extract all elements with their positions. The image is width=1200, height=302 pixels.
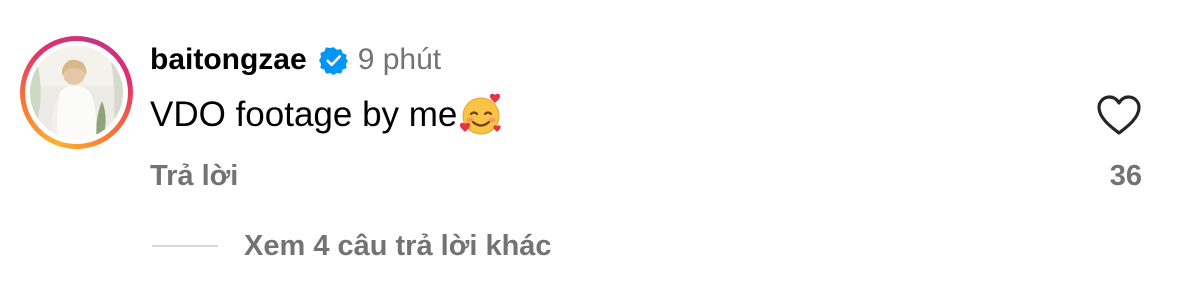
comment-text-content: VDO footage by me bbox=[150, 95, 458, 134]
avatar-photo bbox=[30, 46, 123, 139]
reply-button[interactable]: Trả lời bbox=[150, 160, 238, 193]
comment-text: VDO footage by me bbox=[150, 92, 505, 138]
avatar-ring-gap bbox=[25, 41, 128, 144]
like-count: 36 bbox=[1109, 160, 1142, 192]
comment-header: baitongzae 9 phút bbox=[150, 38, 441, 82]
avatar[interactable] bbox=[20, 36, 133, 149]
comment-timestamp: 9 phút bbox=[357, 43, 442, 76]
smiling-face-with-hearts-icon bbox=[459, 92, 505, 138]
view-replies-button[interactable]: Xem 4 câu trả lời khác bbox=[244, 230, 552, 263]
comment-item: baitongzae 9 phút VDO footage by me Trả … bbox=[0, 0, 1200, 302]
username-link[interactable]: baitongzae bbox=[150, 43, 307, 77]
verified-badge-icon bbox=[318, 46, 348, 75]
replies-divider bbox=[152, 245, 218, 247]
heart-outline-icon[interactable] bbox=[1096, 94, 1142, 136]
